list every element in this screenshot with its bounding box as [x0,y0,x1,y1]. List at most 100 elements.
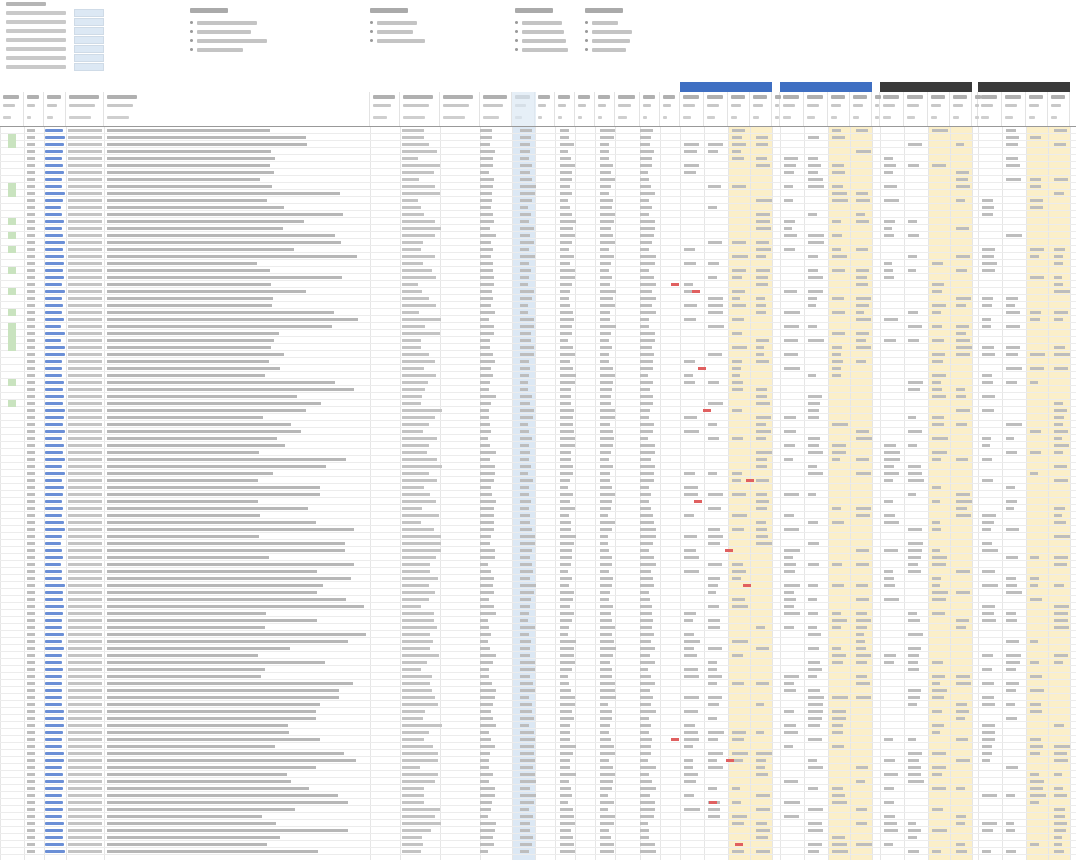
table-row[interactable] [0,771,1076,778]
asin-link[interactable] [45,220,64,223]
asin-link[interactable] [45,773,63,776]
table-row[interactable] [0,435,1076,442]
column-header[interactable] [400,92,440,126]
asin-link[interactable] [45,836,63,839]
column-header[interactable] [880,92,904,126]
table-row[interactable] [0,596,1076,603]
asin-link[interactable] [45,360,62,363]
asin-link[interactable] [45,696,62,699]
column-header[interactable] [704,92,728,126]
table-row[interactable] [0,260,1076,267]
column-header[interactable] [44,92,66,126]
column-header[interactable] [978,92,1002,126]
table-row[interactable] [0,498,1076,505]
asin-link[interactable] [45,710,64,713]
asin-link[interactable] [45,843,64,846]
asin-link[interactable] [45,339,61,342]
column-header[interactable] [1002,92,1026,126]
table-row[interactable] [0,288,1076,295]
asin-link[interactable] [45,269,63,272]
table-row[interactable] [0,428,1076,435]
table-row[interactable] [0,197,1076,204]
table-row[interactable] [0,617,1076,624]
asin-link[interactable] [45,780,64,783]
table-row[interactable] [0,848,1076,855]
asin-link[interactable] [45,451,63,454]
asin-link[interactable] [45,171,64,174]
table-row[interactable] [0,372,1076,379]
asin-link[interactable] [45,297,62,300]
asin-link[interactable] [45,374,62,377]
column-header[interactable] [728,92,750,126]
asin-link[interactable] [45,227,62,230]
table-row[interactable] [0,673,1076,680]
setting-value-input[interactable] [74,17,104,26]
asin-link[interactable] [45,325,61,328]
table-row[interactable] [0,232,1076,239]
column-header[interactable] [872,92,881,126]
table-row[interactable] [0,757,1076,764]
table-row[interactable] [0,554,1076,561]
column-header[interactable] [0,92,24,126]
asin-link[interactable] [45,388,63,391]
table-row[interactable] [0,582,1076,589]
setting-value-input[interactable] [74,8,104,17]
table-row[interactable] [0,736,1076,743]
asin-link[interactable] [45,465,62,468]
table-row[interactable] [0,750,1076,757]
column-header[interactable] [104,92,370,126]
asin-link[interactable] [45,143,64,146]
table-row[interactable] [0,183,1076,190]
asin-link[interactable] [45,395,64,398]
asin-link[interactable] [45,521,64,524]
table-row[interactable] [0,708,1076,715]
table-row[interactable] [0,729,1076,736]
asin-link[interactable] [45,192,65,195]
asin-link[interactable] [45,661,62,664]
table-row[interactable] [0,239,1076,246]
asin-link[interactable] [45,675,62,678]
asin-link[interactable] [45,367,62,370]
asin-link[interactable] [45,472,65,475]
asin-link[interactable] [45,283,62,286]
asin-link[interactable] [45,444,64,447]
asin-link[interactable] [45,794,62,797]
table-row[interactable] [0,533,1076,540]
asin-link[interactable] [45,381,64,384]
table-row[interactable] [0,162,1076,169]
asin-link[interactable] [45,276,64,279]
asin-link[interactable] [45,689,62,692]
asin-link[interactable] [45,514,62,517]
table-row[interactable] [0,169,1076,176]
table-row[interactable] [0,379,1076,386]
table-row[interactable] [0,309,1076,316]
table-row[interactable] [0,575,1076,582]
table-row[interactable] [0,680,1076,687]
column-header[interactable] [904,92,928,126]
asin-link[interactable] [45,717,64,720]
asin-link[interactable] [45,598,63,601]
asin-link[interactable] [45,647,64,650]
table-row[interactable] [0,337,1076,344]
asin-link[interactable] [45,241,65,244]
asin-link[interactable] [45,262,64,265]
column-header[interactable] [660,92,680,126]
asin-link[interactable] [45,556,63,559]
asin-link[interactable] [45,528,65,531]
table-row[interactable] [0,211,1076,218]
column-header[interactable] [828,92,850,126]
table-row[interactable] [0,722,1076,729]
table-row[interactable] [0,134,1076,141]
table-row[interactable] [0,246,1076,253]
table-row[interactable] [0,694,1076,701]
table-row[interactable] [0,715,1076,722]
column-header[interactable] [1048,92,1070,126]
table-row[interactable] [0,295,1076,302]
column-header[interactable] [680,92,704,126]
table-row[interactable] [0,813,1076,820]
column-header[interactable] [595,92,615,126]
column-header[interactable] [750,92,772,126]
table-row[interactable] [0,603,1076,610]
table-row[interactable] [0,827,1076,834]
table-row[interactable] [0,743,1076,750]
